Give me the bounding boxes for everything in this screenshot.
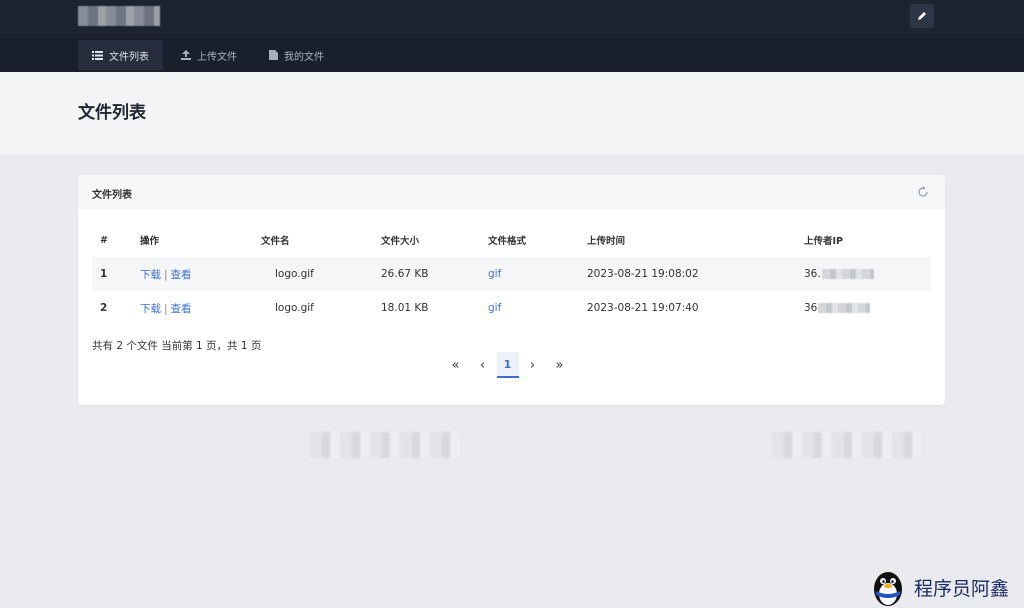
next-page-button[interactable]: › <box>520 352 546 378</box>
edit-button[interactable] <box>910 4 934 28</box>
file-size: 18.01 KB <box>381 302 429 314</box>
first-page-button[interactable]: « <box>443 352 469 378</box>
navbar-top-row <box>0 0 1024 38</box>
file-name: logo.gif <box>275 268 314 280</box>
column-header: 文件格式 <box>488 236 527 247</box>
upload-time: 2023-08-21 19:08:02 <box>587 268 699 280</box>
upload-time: 2023-08-21 19:07:40 <box>587 302 699 314</box>
row-index: 1 <box>100 268 108 280</box>
pagination: « ‹ 1 › » <box>442 351 573 379</box>
author-name: 程序员阿鑫 <box>914 577 1010 600</box>
file-name: logo.gif <box>275 302 314 314</box>
upload-icon <box>181 50 191 60</box>
pagination-summary: 共有 2 个文件 当前第 1 页，共 1 页 <box>92 340 262 352</box>
page-button-current[interactable]: 1 <box>496 352 519 378</box>
penguin-icon <box>874 572 902 606</box>
row-actions: 下载 | 查看 <box>132 257 253 291</box>
download-link[interactable]: 下载 <box>140 303 161 315</box>
download-link[interactable]: 下载 <box>140 269 161 281</box>
refresh-icon[interactable] <box>917 186 929 198</box>
tab-label: 文件列表 <box>109 51 149 63</box>
tab-label: 我的文件 <box>284 51 324 63</box>
table-header-row: # 操作 文件名 文件大小 文件格式 上传时间 上传者IP <box>92 223 931 257</box>
page-title: 文件列表 <box>78 103 146 123</box>
file-table: # 操作 文件名 文件大小 文件格式 上传时间 上传者IP 1 下载 | 查看 lo… <box>92 223 931 325</box>
uploader-ip: 36. <box>796 257 931 291</box>
blurred-watermark <box>772 432 924 458</box>
column-header: 文件名 <box>261 236 290 247</box>
ip-visible-part: 36 <box>804 302 818 314</box>
action-separator: | <box>164 268 168 281</box>
column-header: 文件大小 <box>381 236 420 247</box>
nav-tabs: 文件列表 上传文件 我的文件 <box>78 40 342 70</box>
row-actions: 下载 | 查看 <box>132 291 253 325</box>
column-header: 上传者IP <box>804 236 843 247</box>
file-list-card: 文件列表 # 操作 文件名 文件大小 文件格式 上传时间 上传者IP 1 下载 … <box>78 175 945 405</box>
file-icon <box>269 50 278 60</box>
table-row: 2 下载 | 查看 logo.gif 18.01 KB gif 2023-08-21… <box>92 291 931 325</box>
tab-upload-file[interactable]: 上传文件 <box>167 40 251 70</box>
pencil-icon <box>918 12 926 20</box>
list-icon <box>92 50 103 60</box>
ip-visible-part: 36. <box>804 268 821 280</box>
tab-my-files[interactable]: 我的文件 <box>255 40 338 70</box>
tab-file-list[interactable]: 文件列表 <box>78 40 163 70</box>
uploader-ip: 36 <box>796 291 931 325</box>
file-format[interactable]: gif <box>480 257 579 291</box>
view-link[interactable]: 查看 <box>171 303 192 315</box>
file-size: 26.67 KB <box>381 268 429 280</box>
blurred-watermark <box>310 432 460 458</box>
column-header: # <box>100 234 108 246</box>
file-format[interactable]: gif <box>480 291 579 325</box>
column-header: 上传时间 <box>587 236 626 247</box>
tab-label: 上传文件 <box>197 51 237 63</box>
brand-logo-blurred[interactable] <box>78 6 160 26</box>
prev-page-button[interactable]: ‹ <box>470 352 496 378</box>
page-header: 文件列表 <box>0 72 1024 154</box>
card-title: 文件列表 <box>92 190 132 201</box>
last-page-button[interactable]: » <box>547 352 573 378</box>
ip-blurred <box>821 269 874 279</box>
action-separator: | <box>164 302 168 315</box>
top-navbar: 文件列表 上传文件 我的文件 <box>0 0 1024 72</box>
row-index: 2 <box>100 302 108 314</box>
card-header: 文件列表 <box>78 175 945 209</box>
view-link[interactable]: 查看 <box>171 269 192 281</box>
author-badge: 程序员阿鑫 <box>868 566 1024 608</box>
table-row: 1 下载 | 查看 logo.gif 26.67 KB gif 2023-08-21… <box>92 257 931 291</box>
column-header: 操作 <box>140 236 160 247</box>
ip-blurred <box>818 303 871 313</box>
